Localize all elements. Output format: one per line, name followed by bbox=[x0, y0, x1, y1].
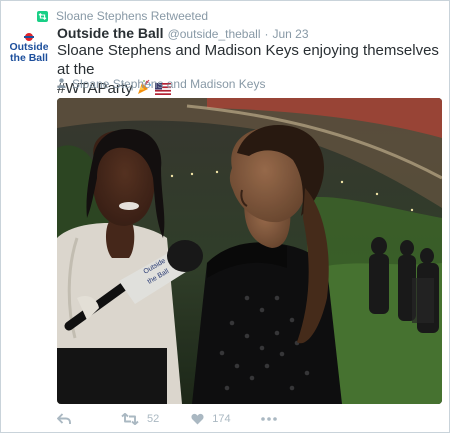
like-count: 174 bbox=[212, 413, 231, 425]
tagged-users[interactable]: Sloane Stephens and Madison Keys bbox=[57, 77, 265, 91]
retweet-icon bbox=[37, 10, 48, 22]
more-icon bbox=[260, 417, 277, 421]
heart-icon bbox=[191, 413, 204, 425]
person-icon bbox=[57, 75, 66, 93]
author-name[interactable]: Outside the Ball bbox=[57, 25, 164, 41]
tweet-header: Outside the Ball @outside_theball · Jun … bbox=[57, 25, 309, 41]
avatar[interactable]: Outside the Ball bbox=[10, 31, 48, 69]
header-separator: · bbox=[264, 27, 269, 41]
more-button[interactable] bbox=[260, 417, 277, 421]
reply-icon bbox=[57, 413, 71, 425]
tweet-timestamp[interactable]: Jun 23 bbox=[273, 27, 309, 41]
author-handle[interactable]: @outside_theball bbox=[168, 27, 261, 41]
tweet-actions: 52 174 bbox=[57, 411, 277, 427]
tweet-text: Sloane Stephens and Madison Keys enjoyin… bbox=[57, 41, 445, 100]
like-button[interactable]: 174 bbox=[191, 413, 231, 425]
reply-button[interactable] bbox=[57, 413, 71, 425]
tweet-card: Sloane Stephens Retweeted Outside the Ba… bbox=[0, 0, 450, 433]
tweet-text-line1: Sloane Stephens and Madison Keys enjoyin… bbox=[57, 42, 439, 78]
retweet-button[interactable]: 52 bbox=[121, 413, 159, 425]
retweeted-by-link[interactable]: Sloane Stephens Retweeted bbox=[56, 9, 208, 23]
retweet-context: Sloane Stephens Retweeted bbox=[37, 9, 208, 23]
retweet-action-icon bbox=[121, 413, 139, 425]
retweet-count: 52 bbox=[147, 413, 160, 425]
tweet-photo[interactable]: Outside the Ball bbox=[57, 98, 442, 404]
avatar-logo-line2: the Ball bbox=[10, 52, 48, 64]
tagged-users-text: Sloane Stephens and Madison Keys bbox=[72, 77, 266, 91]
